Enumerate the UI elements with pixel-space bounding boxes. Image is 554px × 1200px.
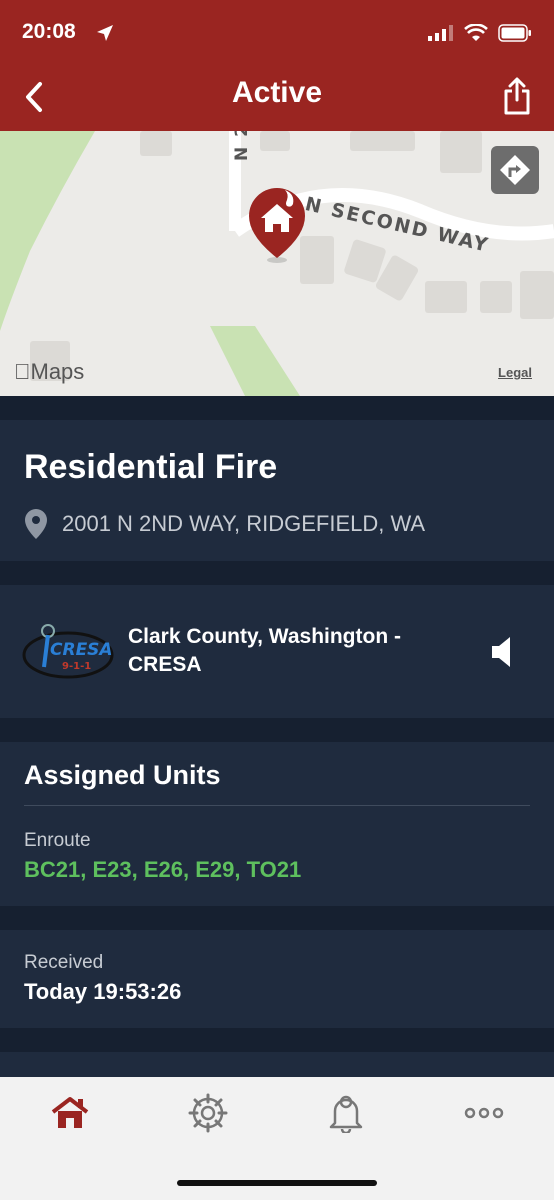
tab-home[interactable]	[40, 1091, 100, 1135]
home-icon	[51, 1097, 89, 1128]
map-street-label-vertical: N 2	[232, 131, 252, 161]
incident-map[interactable]: N SECOND WAY N 2 Maps Legal	[0, 131, 554, 396]
section-gap	[0, 906, 554, 930]
cresa-logo: CRESA 9-1-1	[22, 624, 114, 679]
received-time: Today 19:53:26	[24, 979, 182, 1004]
status-indicators	[428, 24, 532, 42]
tab-alerts[interactable]	[316, 1091, 376, 1135]
speaker-button[interactable]	[490, 635, 520, 669]
tab-more[interactable]	[454, 1091, 514, 1135]
directions-button[interactable]	[491, 146, 539, 194]
apple-icon: 	[14, 359, 31, 384]
signal-icon	[428, 25, 453, 41]
enroute-units: BC21, E23, E26, E29, TO21	[24, 857, 302, 882]
more-icon	[464, 1107, 504, 1119]
alert-settings-icon	[329, 1095, 363, 1133]
wifi-icon	[464, 24, 488, 41]
apple-maps-logo: Maps	[14, 359, 84, 384]
share-button[interactable]	[502, 76, 532, 116]
incident-pin[interactable]	[245, 186, 309, 271]
location-arrow-icon	[97, 25, 113, 41]
fire-badge-icon	[188, 1093, 228, 1133]
legal-link[interactable]: Legal	[498, 365, 532, 380]
header: 20:08 Active	[0, 0, 554, 131]
home-indicator[interactable]	[177, 1180, 377, 1186]
directions-icon	[500, 155, 530, 185]
agency-card: CRESA 9-1-1 Clark County, Washington - C…	[0, 585, 554, 718]
received-label: Received	[24, 952, 104, 973]
section-gap	[0, 561, 554, 585]
address-row[interactable]: 2001 N 2ND WAY, RIDGEFIELD, WA	[24, 508, 425, 540]
enroute-label: Enroute	[24, 830, 91, 851]
next-card	[0, 1052, 554, 1077]
section-gap	[0, 1028, 554, 1052]
location-pin-icon	[25, 509, 47, 539]
assigned-units-card: Assigned Units Enroute BC21, E23, E26, E…	[0, 742, 554, 906]
section-gap	[0, 396, 554, 420]
incident-card: Residential Fire 2001 N 2ND WAY, RIDGEFI…	[0, 420, 554, 561]
assigned-units-title: Assigned Units	[24, 760, 221, 790]
incident-address: 2001 N 2ND WAY, RIDGEFIELD, WA	[62, 511, 426, 536]
agency-name: Clark County, Washington - CRESA	[128, 625, 401, 676]
received-card: Received Today 19:53:26	[0, 930, 554, 1028]
section-gap	[0, 718, 554, 742]
incident-title: Residential Fire	[24, 448, 278, 486]
page-title: Active	[231, 76, 323, 109]
tab-incidents[interactable]	[178, 1091, 238, 1135]
battery-icon	[498, 24, 531, 42]
svg-text:CRESA: CRESA	[50, 640, 113, 660]
status-time: 20:08	[22, 20, 76, 43]
svg-text:9-1-1: 9-1-1	[62, 661, 91, 672]
divider	[24, 805, 530, 806]
house-fire-icon	[249, 188, 305, 263]
